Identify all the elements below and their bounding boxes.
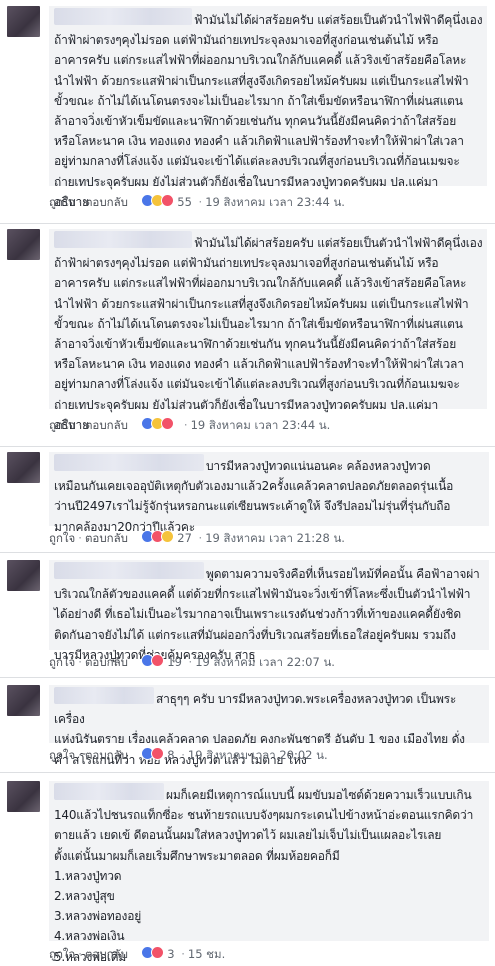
comment-bubble: สาธุๆๆ ครับ บารมีหลวงปู่ทวด.พระเครื่องหล… xyxy=(49,685,489,767)
love-reaction-icon xyxy=(151,946,165,959)
avatar[interactable] xyxy=(7,6,40,37)
comment-4: พูดตามความจริงคือที่เห็นรอยไหม้ที่คอนั้น… xyxy=(0,556,495,674)
reply-link[interactable]: ตอบกลับ xyxy=(85,748,128,762)
timestamp[interactable]: 19 สิงหาคม เวลา 21:28 น. xyxy=(205,531,345,545)
comment-text: ฟ้ามันไม่ได้ผ่าสร้อยครับ แต่สร้อยเป็นตัว… xyxy=(54,236,483,432)
like-link[interactable]: ถูกใจ xyxy=(49,947,75,961)
comment-bubble: ฟ้ามันไม่ได้ผ่าสร้อยครับ แต่สร้อยเป็นตัว… xyxy=(49,229,487,432)
separator-dot: · xyxy=(78,748,82,762)
comment-meta: ถูกใจ · ตอบกลับ 55 · 19 สิงหาคม เวลา 23:44 … xyxy=(49,193,489,211)
reaction-icons[interactable] xyxy=(141,194,175,209)
comment-meta: ถูกใจ · ตอบกลับ 27 · 19 สิงหาคม เวลา 21:28 … xyxy=(49,529,489,547)
avatar[interactable] xyxy=(7,452,40,483)
timestamp[interactable]: 19 สิงหาคม เวลา 20:02 น. xyxy=(188,748,328,762)
comment-bubble: ฟ้ามันไม่ได้ผ่าสร้อยครับ แต่สร้อยเป็นตัว… xyxy=(49,6,487,209)
love-reaction-icon xyxy=(161,417,175,430)
love-reaction-icon xyxy=(151,747,165,760)
divider xyxy=(0,223,495,224)
reply-link[interactable]: ตอบกลับ xyxy=(85,195,128,209)
comment-3: บารมีหลวงปู่ทวดแน่นอนคะ คล้องหลวงปู่ทวด … xyxy=(0,449,495,549)
commenter-name[interactable] xyxy=(54,454,204,471)
comment-2: ฟ้ามันไม่ได้ผ่าสร้อยครับ แต่สร้อยเป็นตัว… xyxy=(0,226,495,444)
reply-link[interactable]: ตอบกลับ xyxy=(85,531,128,545)
separator-dot: · xyxy=(78,418,82,432)
love-reaction-icon xyxy=(151,654,165,667)
separator-dot: · xyxy=(78,531,82,545)
comment-bubble: ผมก็เคยมีเหตุการณ์แบบนี้ ผมขับมอไซต์ด้วย… xyxy=(49,781,489,964)
reaction-icons[interactable] xyxy=(141,946,165,961)
comment-text: ผมก็เคยมีเหตุการณ์แบบนี้ ผมขับมอไซต์ด้วย… xyxy=(54,788,474,964)
wow-reaction-icon xyxy=(161,530,175,543)
avatar[interactable] xyxy=(7,685,40,716)
reaction-count[interactable]: 27 xyxy=(177,531,192,545)
comment-bubble: พูดตามความจริงคือที่เห็นรอยไหม้ที่คอนั้น… xyxy=(49,560,489,662)
reaction-icons[interactable] xyxy=(141,530,175,545)
separator-dot: · xyxy=(198,531,203,545)
timestamp[interactable]: 19 สิงหาคม เวลา 22:07 น. xyxy=(195,655,335,669)
reply-link[interactable]: ตอบกลับ xyxy=(85,418,128,432)
reaction-count[interactable]: 8 xyxy=(167,748,174,762)
comment-meta: ถูกใจ · ตอบกลับ 8 · 19 สิงหาคม เวลา 20:02 น… xyxy=(49,746,489,764)
comment-6: ผมก็เคยมีเหตุการณ์แบบนี้ ผมขับมอไซต์ด้วย… xyxy=(0,776,495,965)
commenter-name[interactable] xyxy=(54,783,164,800)
separator-dot: · xyxy=(188,655,193,669)
timestamp[interactable]: 15 ชม. xyxy=(188,947,225,961)
timestamp[interactable]: 19 สิงหาคม เวลา 23:44 น. xyxy=(205,195,345,209)
like-link[interactable]: ถูกใจ xyxy=(49,195,75,209)
comment-text: พูดตามความจริงคือที่เห็นรอยไหม้ที่คอนั้น… xyxy=(54,567,480,662)
comment-1: ฟ้ามันไม่ได้ผ่าสร้อยครับ แต่สร้อยเป็นตัว… xyxy=(0,0,495,218)
avatar[interactable] xyxy=(7,229,40,260)
separator-dot: · xyxy=(198,195,203,209)
like-link[interactable]: ถูกใจ xyxy=(49,418,75,432)
reaction-count[interactable]: 55 xyxy=(177,195,192,209)
separator-dot: · xyxy=(78,947,82,961)
comment-bubble: บารมีหลวงปู่ทวดแน่นอนคะ คล้องหลวงปู่ทวด … xyxy=(49,452,489,534)
comment-text: ฟ้ามันไม่ได้ผ่าสร้อยครับ แต่สร้อยเป็นตัว… xyxy=(54,13,483,209)
avatar[interactable] xyxy=(7,781,40,812)
avatar[interactable] xyxy=(7,560,40,591)
comment-meta: ถูกใจ · ตอบกลับ 3 · 15 ชม. xyxy=(49,945,489,963)
divider xyxy=(0,446,495,447)
reaction-icons[interactable] xyxy=(141,747,165,762)
comment-meta: ถูกใจ · ตอบกลับ 19 · 19 สิงหาคม เวลา 22:07 … xyxy=(49,653,489,671)
divider xyxy=(0,677,495,678)
timestamp[interactable]: 19 สิงหาคม เวลา 23:44 น. xyxy=(191,418,331,432)
separator-dot: · xyxy=(181,947,185,961)
commenter-name[interactable] xyxy=(54,8,192,25)
separator-dot: · xyxy=(183,418,188,432)
like-link[interactable]: ถูกใจ xyxy=(49,655,75,669)
comment-5: สาธุๆๆ ครับ บารมีหลวงปู่ทวด.พระเครื่องหล… xyxy=(0,681,495,773)
commenter-name[interactable] xyxy=(54,687,154,704)
reaction-count[interactable]: 3 xyxy=(167,947,174,961)
like-link[interactable]: ถูกใจ xyxy=(49,531,75,545)
reaction-count[interactable]: 19 xyxy=(167,655,182,669)
love-reaction-icon xyxy=(161,194,175,207)
separator-dot: · xyxy=(78,655,82,669)
comment-meta: ถูกใจ · ตอบกลับ · 19 สิงหาคม เวลา 23:44 น. xyxy=(49,416,489,434)
reply-link[interactable]: ตอบกลับ xyxy=(85,655,128,669)
separator-dot: · xyxy=(181,748,185,762)
reaction-icons[interactable] xyxy=(141,654,165,669)
divider xyxy=(0,772,495,773)
reaction-icons[interactable] xyxy=(141,417,175,432)
reply-link[interactable]: ตอบกลับ xyxy=(85,947,128,961)
divider xyxy=(0,552,495,553)
like-link[interactable]: ถูกใจ xyxy=(49,748,75,762)
commenter-name[interactable] xyxy=(54,562,204,579)
separator-dot: · xyxy=(78,195,82,209)
commenter-name[interactable] xyxy=(54,231,192,248)
